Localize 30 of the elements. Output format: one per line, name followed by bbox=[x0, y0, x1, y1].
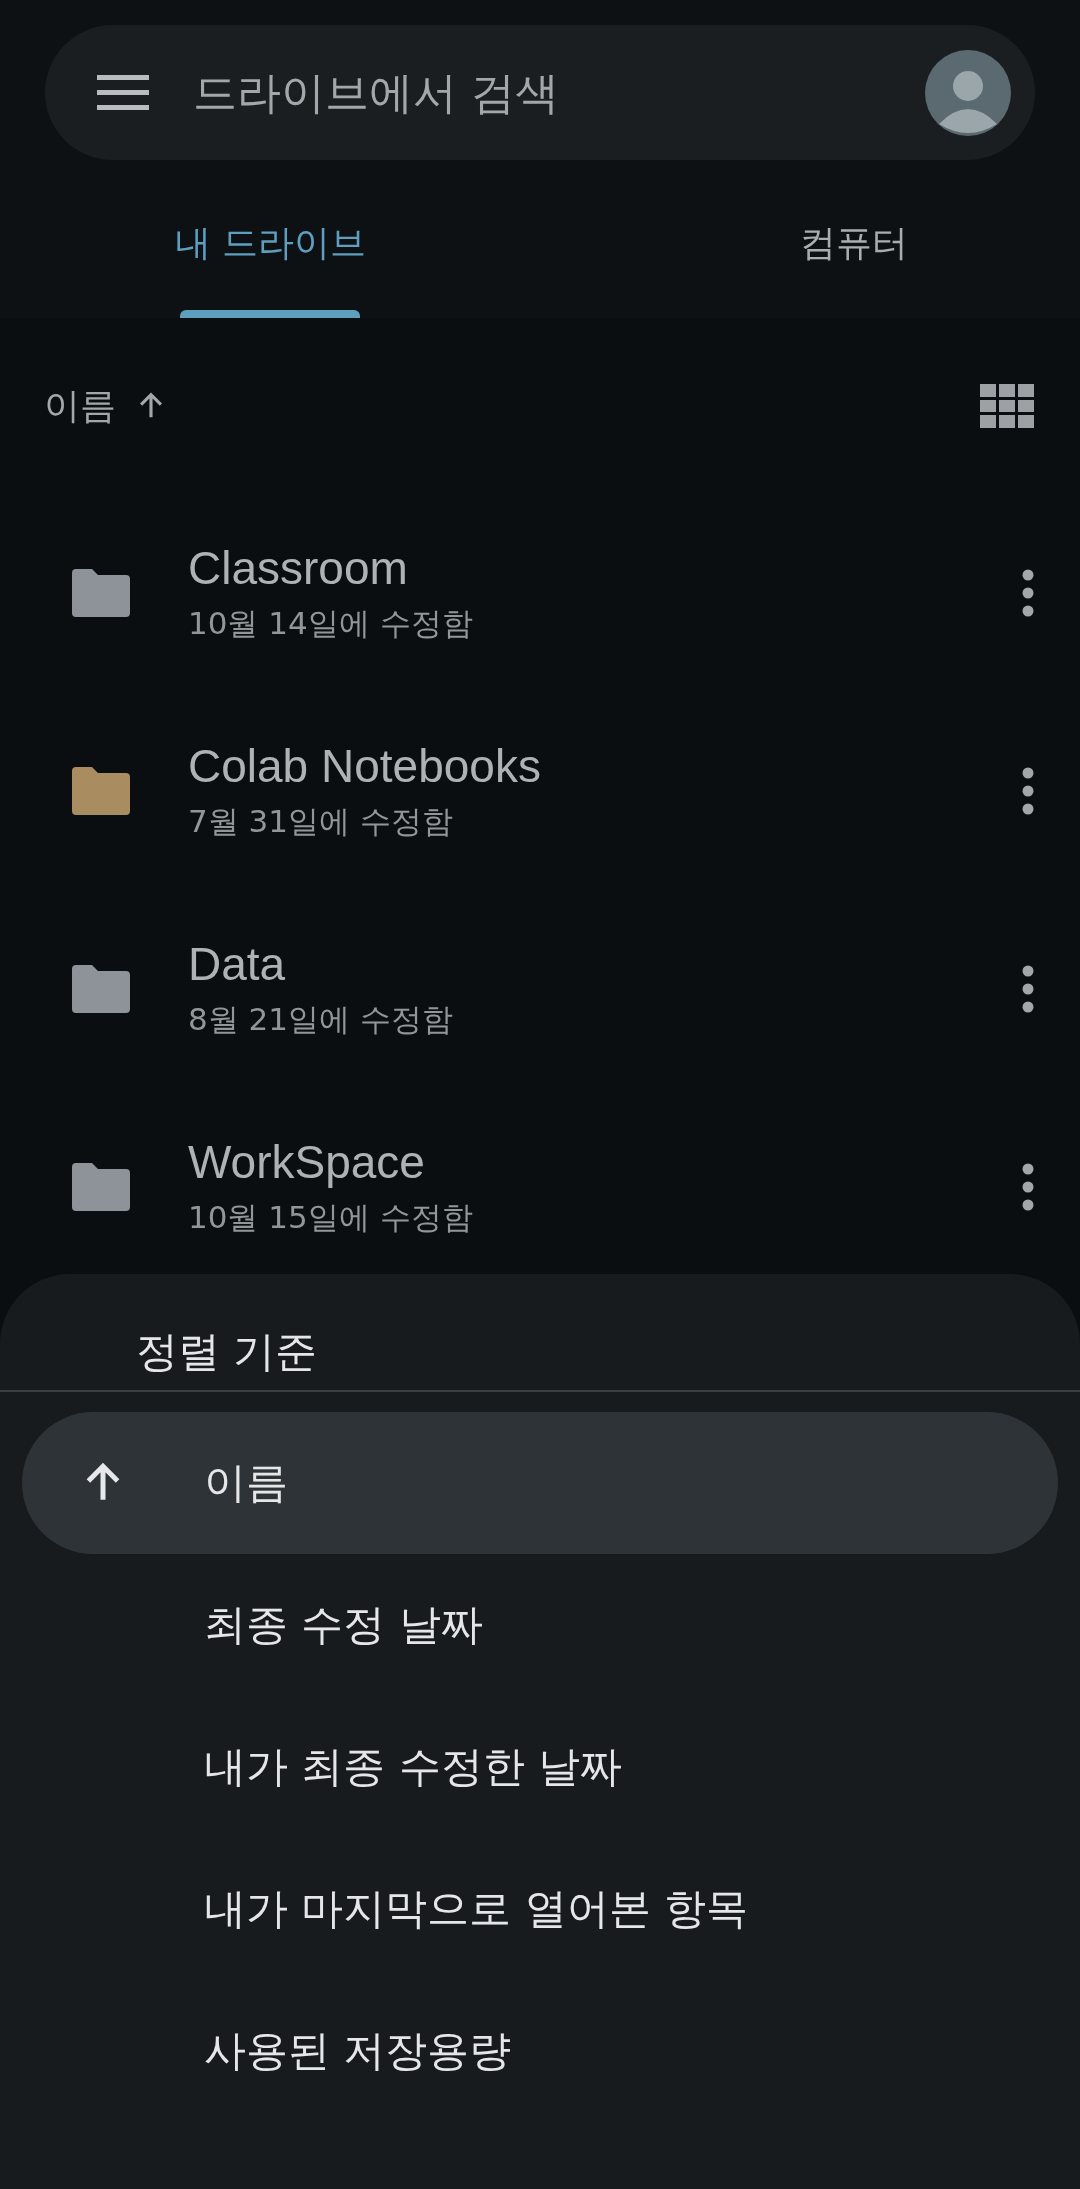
modified-date: 7월 31일에 수정함 bbox=[188, 802, 454, 841]
folder-icon bbox=[72, 965, 130, 1013]
modified-date: 10월 15일에 수정함 bbox=[188, 1198, 474, 1237]
search-bar[interactable]: 드라이브에서 검색 bbox=[45, 25, 1035, 160]
sort-option[interactable]: 내가 최종 수정한 날짜 bbox=[22, 1696, 1058, 1838]
search-field[interactable]: 드라이브에서 검색 bbox=[191, 66, 925, 119]
file-name[interactable]: WorkSpace bbox=[188, 1135, 1022, 1189]
more-icon[interactable] bbox=[1022, 1163, 1034, 1211]
more-icon[interactable] bbox=[1022, 965, 1034, 1013]
tab[interactable]: 내 드라이브 bbox=[0, 160, 628, 318]
sort-button[interactable]: 이름 bbox=[44, 381, 168, 431]
file-name[interactable]: Classroom bbox=[188, 541, 1022, 595]
sort-option[interactable]: 최종 수정 날짜 bbox=[22, 1554, 1058, 1696]
tab[interactable]: 컴퓨터 bbox=[627, 160, 1080, 318]
sort-option[interactable]: 이름 bbox=[22, 1412, 1058, 1554]
file-name[interactable]: Data bbox=[188, 937, 1022, 991]
sort-option[interactable]: 내가 마지막으로 열어본 항목 bbox=[22, 1838, 1058, 1980]
folder-icon bbox=[72, 767, 130, 815]
avatar[interactable] bbox=[925, 49, 1011, 136]
file-name[interactable]: Colab Notebooks bbox=[188, 739, 1022, 793]
more-icon[interactable] bbox=[1022, 569, 1034, 617]
more-icon[interactable] bbox=[1022, 767, 1034, 815]
modified-date: 10월 14일에 수정함 bbox=[188, 604, 474, 643]
folder-icon bbox=[72, 1163, 130, 1211]
modified-date: 8월 21일에 수정함 bbox=[188, 1000, 454, 1039]
sheet-title: 정렬 기준 bbox=[135, 1326, 319, 1378]
sort-option[interactable]: 사용된 저장용량 bbox=[22, 1980, 1058, 2122]
grid-view-icon[interactable] bbox=[980, 384, 1034, 428]
menu-icon[interactable] bbox=[97, 74, 149, 111]
folder-icon bbox=[72, 569, 130, 617]
